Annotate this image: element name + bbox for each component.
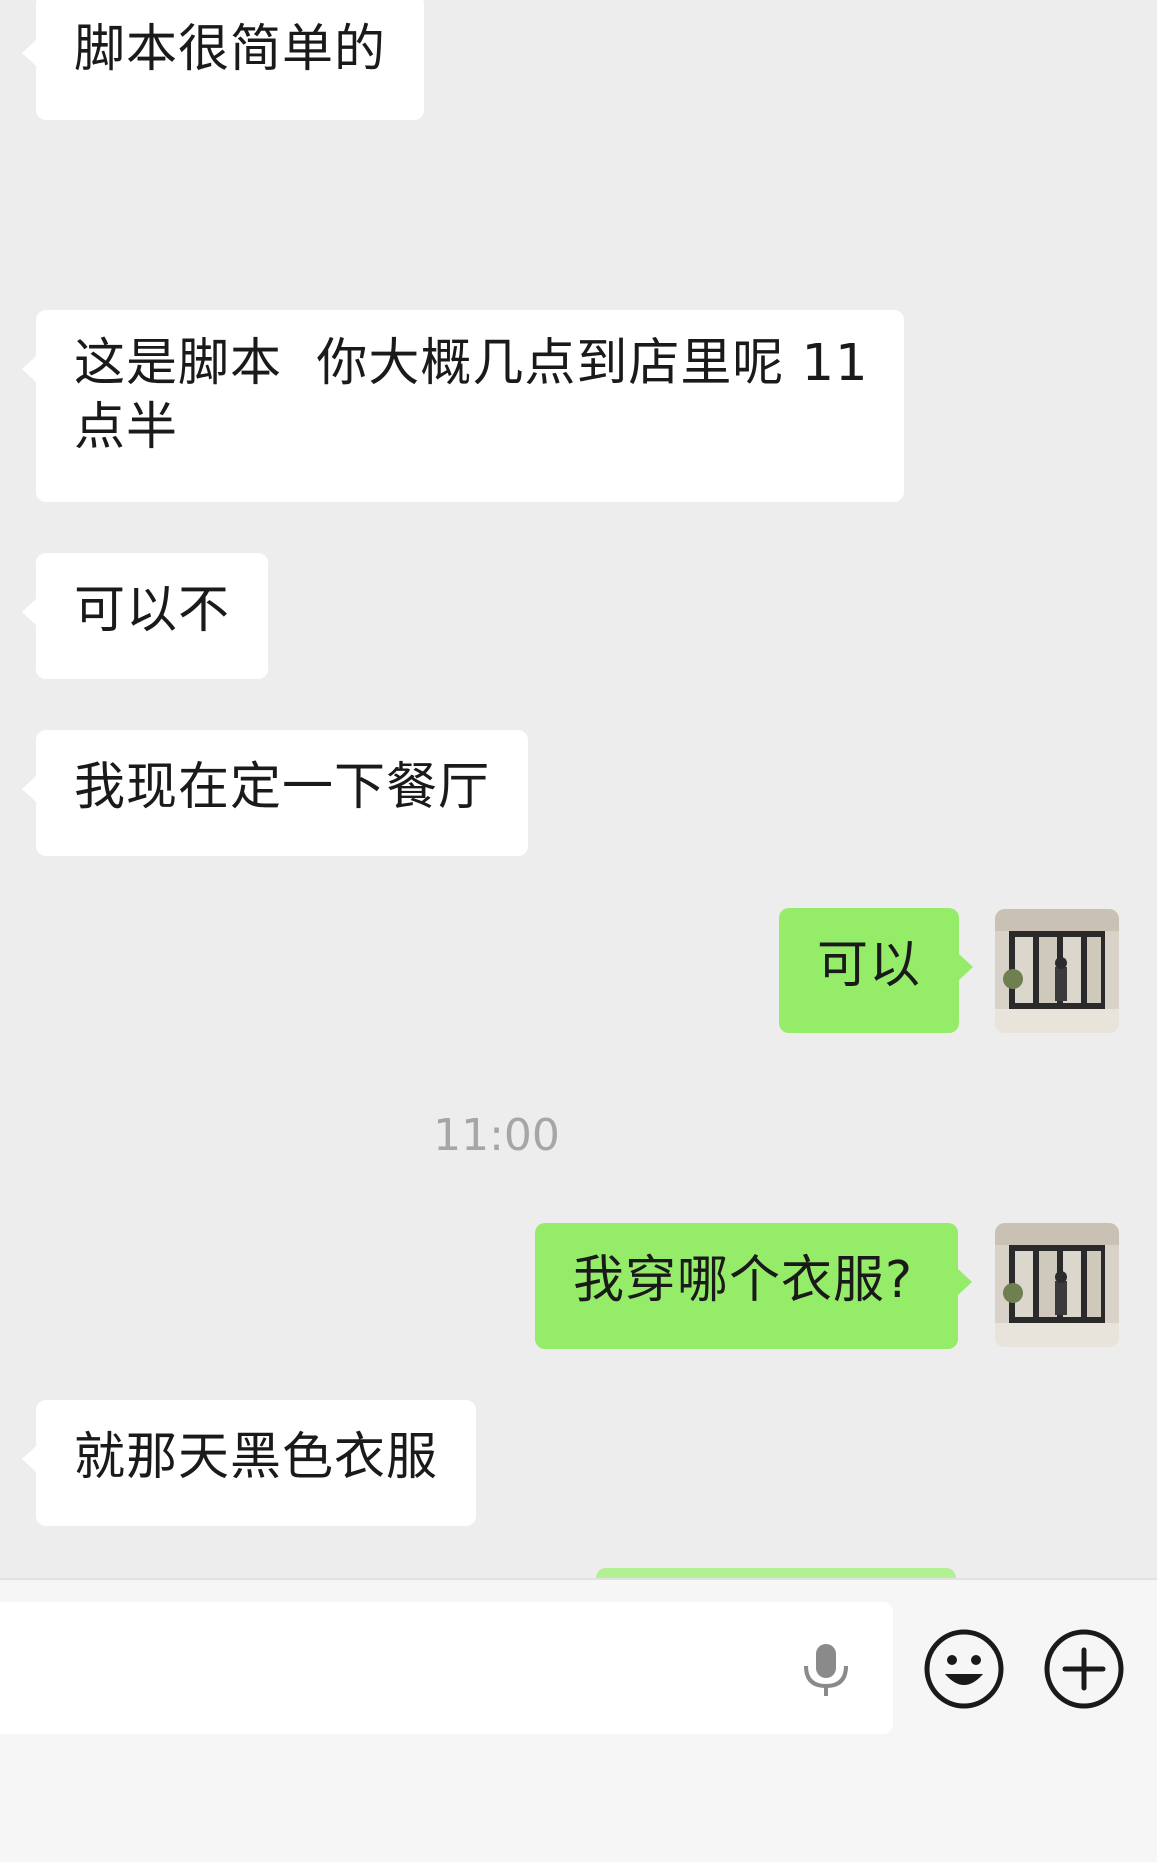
microphone-icon[interactable]: [800, 1642, 852, 1698]
message-text: 就那天黑色衣服: [74, 1428, 439, 1487]
user-avatar[interactable]: [995, 1223, 1119, 1347]
avatar-photo: [995, 1223, 1119, 1347]
faded-timestamp: [420, 195, 560, 245]
message-bubble-incoming[interactable]: 这是脚本 你大概几点到店里呢 11 点半: [22, 310, 904, 502]
message-bubble-outgoing[interactable]: 可以: [779, 908, 974, 1033]
input-bar: [0, 1578, 1157, 1862]
message-text: 我穿哪个衣服?: [573, 1251, 914, 1310]
message-text: 可以: [817, 936, 922, 995]
message-text: 我现在定一下餐厅: [74, 758, 491, 817]
message-input[interactable]: [0, 1602, 893, 1734]
message-bubble-incoming[interactable]: 就那天黑色衣服: [21, 1400, 477, 1526]
message-text: 脚本很简单的: [74, 20, 387, 79]
message-bubble-incoming[interactable]: 可以不: [21, 553, 269, 679]
avatar-photo: [995, 909, 1119, 1033]
message-text-line: 这是脚本 你大概几点到店里呢 11: [74, 334, 869, 393]
plus-icon[interactable]: [1043, 1628, 1125, 1710]
user-avatar[interactable]: [995, 909, 1119, 1033]
message-text: 可以不: [74, 581, 231, 640]
message-text-line: 点半: [74, 398, 179, 457]
chat-timestamp: 11:00: [433, 1110, 560, 1161]
message-bubble-outgoing[interactable]: 我穿哪个衣服?: [535, 1223, 972, 1349]
emoji-icon[interactable]: [923, 1628, 1005, 1710]
message-bubble-incoming[interactable]: 我现在定一下餐厅: [21, 730, 529, 856]
message-bubble-incoming[interactable]: 脚本很简单的: [21, 0, 425, 120]
message-bubble-outgoing-partial[interactable]: [596, 1568, 956, 1578]
chat-area[interactable]: 脚本很简单的 这是脚本 你大概几点到店里呢 11 点半 可以不 我现在定一下餐厅…: [0, 0, 1157, 1578]
